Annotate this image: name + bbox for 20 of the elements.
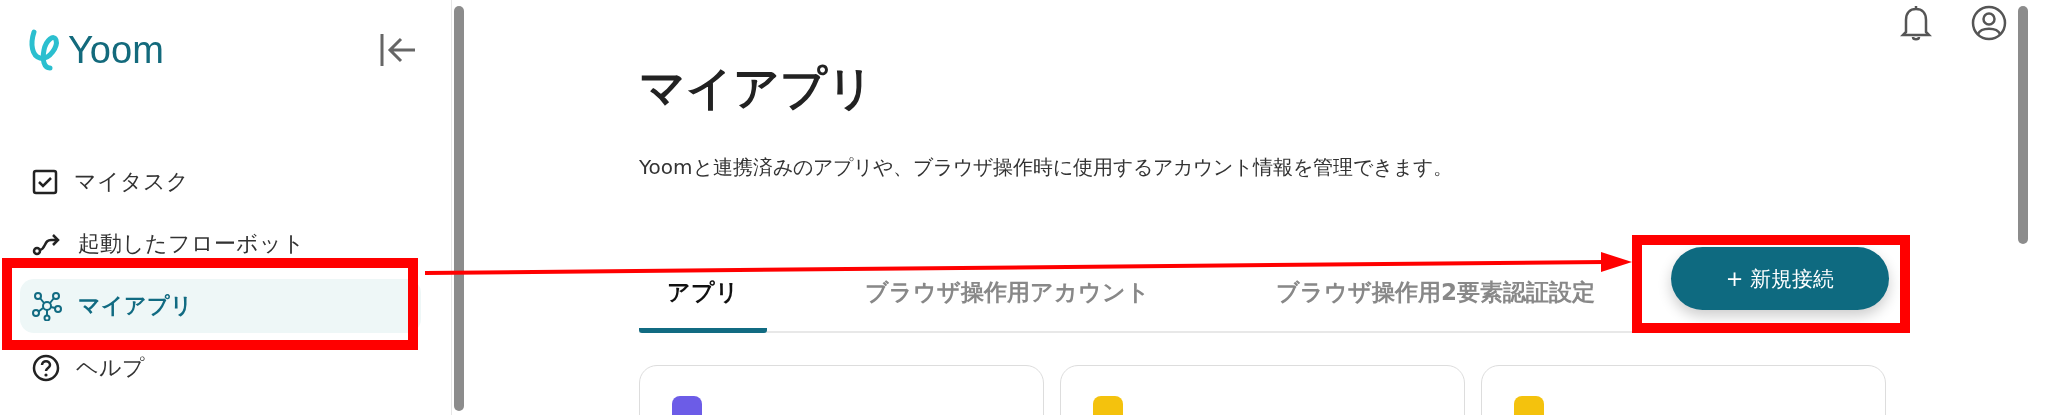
logo-icon (28, 28, 62, 72)
tab[interactable]: アプリ (639, 277, 767, 333)
notification-bell-icon[interactable] (1900, 4, 1932, 42)
network-icon (32, 291, 62, 321)
scrollbar[interactable] (454, 6, 464, 411)
user-avatar-icon[interactable] (1970, 4, 2008, 42)
nav-item[interactable]: ヘルプ (20, 341, 421, 395)
new-connection-button[interactable]: + 新規接続 (1671, 247, 1889, 310)
scrollbar[interactable] (2018, 6, 2028, 244)
nav-item[interactable]: 起動したフローボット (20, 217, 421, 271)
nav-item[interactable]: マイアプリ (20, 279, 421, 333)
help-icon (32, 354, 60, 382)
page-title: マイアプリ (639, 60, 875, 117)
checkbox-icon (32, 169, 58, 195)
page-description: Yoomと連携済みのアプリや、ブラウザ操作時に使用するアカウント情報を管理できます。 (639, 154, 1454, 181)
nav-item[interactable]: マイタスク (20, 155, 421, 209)
route-icon (32, 231, 62, 257)
tab[interactable]: ブラウザ操作用2要素認証設定 (1248, 277, 1623, 333)
tab[interactable]: ブラウザ操作用アカウント (837, 277, 1178, 333)
logo-text: Yoom (68, 28, 164, 72)
